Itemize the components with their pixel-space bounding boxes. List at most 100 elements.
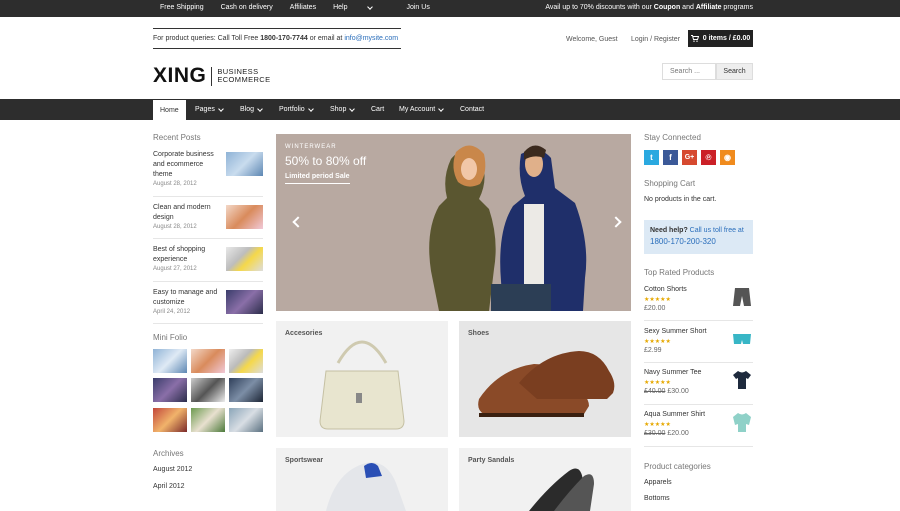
pinterest-icon[interactable]: ℗ (701, 150, 716, 165)
archives-title: Archives (153, 449, 184, 458)
divider (153, 238, 263, 239)
recent-post[interactable]: Clean and modern design August 28, 2012 (153, 203, 263, 230)
login-register-link[interactable]: Login / Register (631, 36, 680, 43)
top-links: Free Shipping Cash on delivery Affiliate… (160, 3, 447, 11)
promo-pre: Avail up to 70% discounts with our (545, 4, 654, 11)
rss-icon[interactable]: ◉ (720, 150, 735, 165)
nav-home[interactable]: Home (153, 100, 186, 120)
folio-thumbnail[interactable] (153, 408, 187, 432)
email-link[interactable]: info@mysite.com (344, 35, 398, 42)
top-link-free-shipping[interactable]: Free Shipping (160, 4, 204, 11)
category-tile-accesories[interactable]: Accesories (276, 321, 448, 437)
slider-underline (285, 183, 350, 184)
facebook-icon[interactable]: f (663, 150, 678, 165)
hero-slider[interactable]: WINTERWEAR 50% to 80% off Limited period… (276, 134, 631, 311)
shopping-cart-title: Shopping Cart (644, 179, 696, 188)
nav-cart[interactable]: Cart (371, 99, 384, 120)
top-link-help[interactable]: Help (333, 3, 389, 11)
product-item[interactable]: Cotton Shorts ★★★★★ £20.00 (644, 286, 753, 312)
top-link-cash-on-delivery[interactable]: Cash on delivery (221, 4, 273, 11)
divider (153, 196, 263, 197)
google-plus-icon[interactable]: G+ (682, 150, 697, 165)
recent-post[interactable]: Best of shopping experience August 27, 2… (153, 245, 263, 272)
query-mid: or email at (307, 35, 345, 42)
product-item[interactable]: Aqua Summer Shirt ★★★★★ £30.00 £20.00 (644, 411, 753, 437)
post-title[interactable]: Corporate business and ecommerce theme (153, 150, 223, 180)
cart-empty-text: No products in the cart. (644, 196, 717, 203)
help-phone[interactable]: 1800-170-200-320 (650, 237, 747, 246)
logo-divider (211, 66, 213, 86)
folio-thumbnail[interactable] (191, 349, 225, 373)
product-query-text: For product queries: Call Toll Free 1800… (153, 35, 401, 42)
handbag-image (319, 340, 405, 430)
folio-thumbnail[interactable] (191, 408, 225, 432)
twitter-icon[interactable]: t (644, 150, 659, 165)
nav-my-account-label: My Account (399, 106, 436, 113)
nav-shop[interactable]: Shop (330, 99, 356, 120)
nav-my-account[interactable]: My Account (399, 99, 445, 120)
divider (644, 446, 753, 447)
main-nav: Home Pages Blog Portfolio Shop Cart My A… (0, 99, 900, 120)
nav-blog-label: Blog (240, 106, 255, 113)
divider (153, 281, 263, 282)
post-title[interactable]: Easy to manage and customize (153, 288, 223, 308)
recent-post[interactable]: Easy to manage and customize April 24, 2… (153, 288, 263, 315)
promo-text: Avail up to 70% discounts with our Coupo… (545, 4, 753, 11)
folio-thumbnail[interactable] (153, 349, 187, 373)
short-thumbnail[interactable] (731, 328, 753, 350)
chevron-down-icon (307, 105, 314, 112)
promo-and: and (680, 4, 696, 11)
tee-thumbnail[interactable] (731, 369, 753, 391)
folio-thumbnail[interactable] (229, 378, 263, 402)
price-current: £30.00 (667, 388, 689, 395)
price-old: £40.00 (644, 388, 666, 395)
header-cart-button[interactable]: 0 items / £0.00 (688, 30, 753, 47)
post-date: August 28, 2012 (153, 181, 197, 187)
folio-thumbnail[interactable] (191, 378, 225, 402)
archive-link[interactable]: April 2012 (153, 483, 185, 490)
nav-contact[interactable]: Contact (460, 99, 484, 120)
product-item[interactable]: Navy Summer Tee ★★★★★ £40.00 £30.00 (644, 369, 753, 395)
category-tile-party-sandals[interactable]: Party Sandals (459, 448, 631, 511)
post-thumbnail[interactable] (226, 247, 263, 271)
category-link[interactable]: Bottoms (644, 495, 670, 502)
top-link-affiliates[interactable]: Affiliates (290, 4, 316, 11)
search-input[interactable]: Search ... (662, 63, 716, 80)
archive-link[interactable]: August 2012 (153, 466, 192, 473)
site-logo[interactable]: XING BUSINESS ECOMMERCE (153, 64, 271, 88)
search-button[interactable]: Search (716, 63, 753, 80)
shopping-cart-icon (690, 35, 699, 42)
folio-thumbnail[interactable] (229, 349, 263, 373)
recent-post[interactable]: Corporate business and ecommerce theme A… (153, 150, 263, 187)
nav-blog[interactable]: Blog (240, 99, 263, 120)
top-link-join-us[interactable]: Join Us (406, 4, 429, 11)
shirt-thumbnail[interactable] (731, 411, 753, 433)
category-link[interactable]: Apparels (644, 479, 672, 486)
category-tile-shoes[interactable]: Shoes (459, 321, 631, 437)
shorts-thumbnail[interactable] (731, 286, 753, 308)
slider-headline: 50% to 80% off (285, 154, 367, 168)
post-thumbnail[interactable] (226, 290, 263, 314)
promo-coupon: Coupon (653, 4, 681, 11)
nav-portfolio[interactable]: Portfolio (279, 99, 314, 120)
divider (644, 404, 753, 405)
query-bottom-rule (153, 48, 401, 49)
post-title[interactable]: Clean and modern design (153, 203, 223, 223)
category-tile-sportswear[interactable]: Sportswear (276, 448, 448, 511)
nav-contact-label: Contact (460, 106, 485, 113)
logo-subtitle: BUSINESS ECOMMERCE (217, 68, 270, 84)
folio-thumbnail[interactable] (229, 408, 263, 432)
product-categories-title: Product categories (644, 462, 711, 471)
post-thumbnail[interactable] (226, 152, 263, 176)
divider (153, 323, 263, 324)
price-old: £30.00 (644, 430, 666, 437)
post-title[interactable]: Best of shopping experience (153, 245, 223, 265)
post-thumbnail[interactable] (226, 205, 263, 229)
nav-cart-label: Cart (371, 106, 385, 113)
folio-thumbnail[interactable] (153, 378, 187, 402)
nav-pages[interactable]: Pages (195, 99, 224, 120)
cart-summary: 0 items / £0.00 (702, 35, 751, 42)
help-line: Need help? Call us toll free at (650, 227, 747, 234)
product-item[interactable]: Sexy Summer Short ★★★★★ £2.99 (644, 328, 753, 354)
heels-image (529, 468, 594, 511)
